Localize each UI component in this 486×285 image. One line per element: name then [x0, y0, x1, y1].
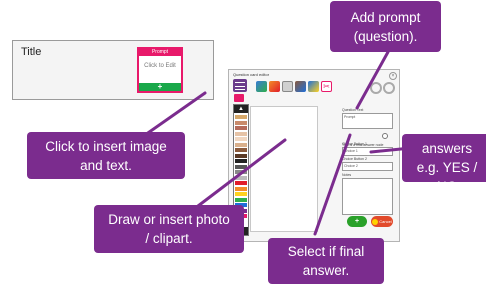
- callout-insert-image: Click to insert image and text.: [27, 132, 185, 179]
- pointer-insert-image: [143, 91, 207, 137]
- pointer-draw-photo: [196, 138, 287, 208]
- callout-add-prompt: Add prompt (question).: [330, 1, 441, 52]
- callout-draw-photo: Draw or insert photo / clipart.: [94, 205, 244, 253]
- pointer-add-prompt: [355, 50, 390, 110]
- callout-final-answer: Select if final answer.: [268, 238, 384, 284]
- callout-insert-answers: Insert answers e.g. YES / NO: [402, 122, 486, 194]
- pointer-final-answer: [313, 133, 352, 236]
